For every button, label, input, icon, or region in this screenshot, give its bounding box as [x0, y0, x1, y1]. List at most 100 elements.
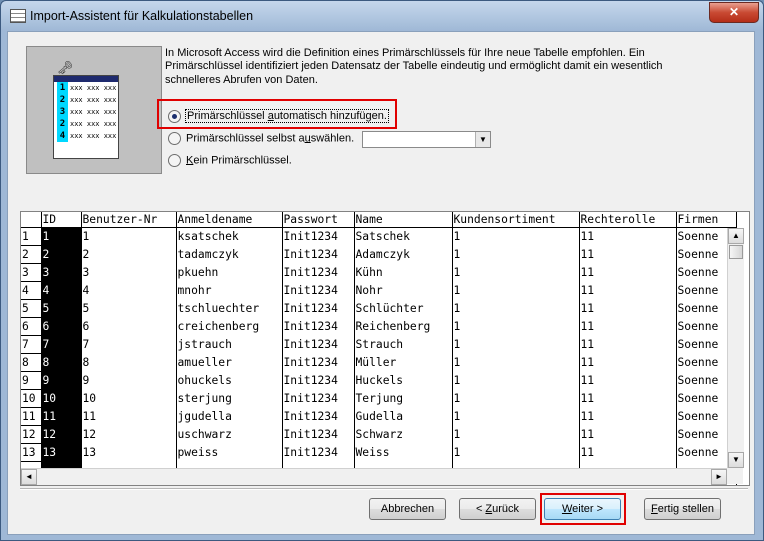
table-cell: 8 — [81, 353, 177, 372]
column-header[interactable]: ID — [41, 212, 82, 228]
table-cell: Weiss — [354, 443, 453, 462]
table-cell: 1 — [452, 227, 580, 246]
description-text: In Microsoft Access wird die Definition … — [165, 47, 663, 86]
table-cell: 3 — [81, 263, 177, 282]
data-preview-table: ID Benutzer-Nr Anmeldename Passwort Name Kund… — [21, 212, 737, 485]
table-cell: 6 — [81, 317, 177, 336]
cancel-button[interactable]: Abbrechen — [369, 498, 446, 520]
scroll-left-icon[interactable]: ◄ — [21, 469, 37, 485]
table-cell: Terjung — [354, 389, 453, 408]
row-number[interactable]: 11 — [21, 407, 42, 426]
row-number[interactable]: 2 — [21, 245, 42, 264]
table-cell: jstrauch — [176, 335, 283, 354]
table-cell: Init1234 — [282, 299, 355, 318]
vertical-scrollbar[interactable]: ▲ ▼ — [727, 228, 744, 468]
data-preview-grid[interactable]: ID Benutzer-Nr Anmeldename Passwort Name Kund… — [20, 211, 750, 486]
table-row: 4 4 4 mnohr Init1234 Nohr 1 11 Soenne — [21, 281, 737, 300]
table-cell: Init1234 — [282, 425, 355, 444]
chevron-down-icon[interactable]: ▼ — [475, 132, 490, 147]
table-cell: pweiss — [176, 443, 283, 462]
scroll-right-icon[interactable]: ► — [711, 469, 727, 485]
table-cell: Strauch — [354, 335, 453, 354]
table-cell: Init1234 — [282, 335, 355, 354]
table-cell: 9 — [81, 371, 177, 390]
row-number[interactable]: 10 — [21, 389, 42, 408]
table-cell: 1 — [452, 407, 580, 426]
column-header[interactable]: Anmeldename — [176, 212, 283, 228]
table-cell: 11 — [579, 335, 677, 354]
row-number[interactable]: 1 — [21, 227, 42, 246]
option-no-key[interactable]: Kein Primärschlüssel. — [168, 154, 292, 167]
vertical-scroll-thumb[interactable] — [729, 245, 743, 259]
table-row: 13 13 13 pweiss Init1234 Weiss 1 11 Soenne — [21, 443, 737, 462]
scroll-down-icon[interactable]: ▼ — [728, 452, 744, 468]
radio-own-key[interactable] — [168, 132, 181, 145]
table-row: 6 6 6 creichenberg Init1234 Reichenberg 1 11 Soe… — [21, 317, 737, 336]
table-cell: 1 — [452, 263, 580, 282]
table-row: 12 12 12 uschwarz Init1234 Schwarz 1 11 Soenne — [21, 425, 737, 444]
option-own-key[interactable]: Primärschlüssel selbst auswählen. — [168, 132, 354, 145]
row-number[interactable]: 5 — [21, 299, 42, 318]
column-header[interactable]: Passwort — [282, 212, 355, 228]
back-button[interactable]: < Zurück — [459, 498, 536, 520]
key-field-select[interactable]: ▼ — [362, 131, 491, 148]
key-icon: 🗝 — [57, 60, 74, 75]
table-cell: Müller — [354, 353, 453, 372]
table-cell: Huckels — [354, 371, 453, 390]
table-cell: tadamczyk — [176, 245, 283, 264]
radio-no-key[interactable] — [168, 154, 181, 167]
table-cell: Gudella — [354, 407, 453, 426]
title-bar[interactable]: Import-Assistent für Kalkulationstabelle… — [1, 1, 763, 31]
table-cell: 9 — [41, 371, 82, 390]
table-cell: 11 — [579, 281, 677, 300]
table-cell: 11 — [579, 389, 677, 408]
mini-row-number: 3 — [57, 106, 68, 118]
scroll-up-icon[interactable]: ▲ — [728, 228, 744, 244]
highlight-box-auto-key — [157, 99, 397, 129]
table-cell: 1 — [452, 425, 580, 444]
table-cell: sterjung — [176, 389, 283, 408]
row-number[interactable]: 8 — [21, 353, 42, 372]
table-cell: Init1234 — [282, 353, 355, 372]
row-number[interactable]: 9 — [21, 371, 42, 390]
table-cell: jgudella — [176, 407, 283, 426]
table-cell: 11 — [579, 371, 677, 390]
table-cell: Init1234 — [282, 317, 355, 336]
finish-button[interactable]: Fertig stellen — [644, 498, 721, 520]
table-cell: Satschek — [354, 227, 453, 246]
table-row: 11 11 11 jgudella Init1234 Gudella 1 11 Soenne — [21, 407, 737, 426]
grid-corner-cell[interactable] — [21, 212, 42, 228]
wizard-body: 🗝 1 xxx xxx xxx 2 xxx xxx xxx 3 xxx xxx xxx 2 x… — [7, 31, 755, 535]
column-header[interactable]: Kundensortiment — [452, 212, 580, 228]
row-number[interactable]: 13 — [21, 443, 42, 462]
table-row: 8 8 8 amueller Init1234 Müller 1 11 Soenne — [21, 353, 737, 372]
column-header[interactable]: Name — [354, 212, 453, 228]
row-number[interactable]: 4 — [21, 281, 42, 300]
table-cell: Reichenberg — [354, 317, 453, 336]
scrollbar-corner — [727, 468, 743, 484]
table-row: 7 7 7 jstrauch Init1234 Strauch 1 11 Soenne — [21, 335, 737, 354]
table-cell: Init1234 — [282, 263, 355, 282]
table-app-icon — [10, 9, 26, 23]
row-number[interactable]: 6 — [21, 317, 42, 336]
close-button[interactable]: ✕ — [709, 2, 759, 23]
table-cell: 5 — [81, 299, 177, 318]
row-number[interactable]: 12 — [21, 425, 42, 444]
table-cell: 1 — [452, 245, 580, 264]
column-header[interactable]: Firmen — [676, 212, 737, 228]
horizontal-scrollbar[interactable]: ◄ ► — [21, 468, 727, 485]
row-number[interactable]: 7 — [21, 335, 42, 354]
row-number[interactable]: 3 — [21, 263, 42, 282]
table-cell: uschwarz — [176, 425, 283, 444]
column-header[interactable]: Benutzer-Nr — [81, 212, 177, 228]
table-cell: ohuckels — [176, 371, 283, 390]
table-cell: creichenberg — [176, 317, 283, 336]
column-header[interactable]: Rechterolle — [579, 212, 677, 228]
table-row: 1 1 1 ksatschek Init1234 Satschek 1 11 Soenne — [21, 227, 737, 246]
mini-row-number: 1 — [57, 82, 68, 94]
table-cell: 1 — [452, 335, 580, 354]
table-cell: Init1234 — [282, 227, 355, 246]
table-cell: 6 — [41, 317, 82, 336]
mini-row-cells: xxx xxx xxx — [70, 84, 117, 92]
mini-table-row: 2 xxx xxx xxx — [54, 118, 118, 130]
